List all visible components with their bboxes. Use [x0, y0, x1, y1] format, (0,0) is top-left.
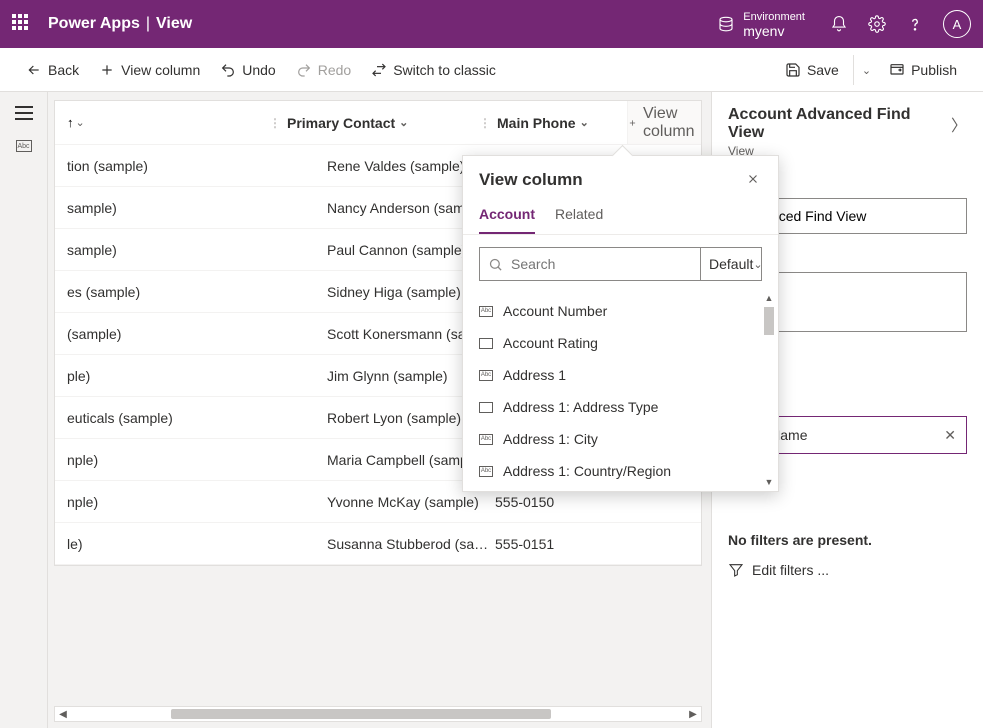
- command-bar: Back View column Undo Redo Switch to cla…: [0, 48, 983, 92]
- publish-button[interactable]: Publish: [879, 56, 967, 84]
- plus-icon: [99, 62, 115, 78]
- switch-to-classic-button[interactable]: Switch to classic: [361, 56, 506, 84]
- environment-label: Environment: [743, 10, 805, 24]
- cell-account-name: le): [55, 536, 269, 552]
- cell-account-name: tion (sample): [55, 158, 269, 174]
- cell-account-name: nple): [55, 452, 269, 468]
- environment-name: myenv: [743, 24, 805, 38]
- column-option-label: Address 1: Country/Region: [503, 463, 671, 479]
- notifications-icon[interactable]: [829, 14, 849, 34]
- flyout-scrollbar[interactable]: ▲ ▼: [762, 293, 776, 491]
- cell-account-name: euticals (sample): [55, 410, 269, 426]
- left-nav-rail: Abc: [0, 92, 48, 728]
- chevron-right-icon[interactable]: 〉: [951, 112, 967, 136]
- cell-main-phone: 555-0150: [495, 494, 643, 510]
- column-option-label: Address 1: [503, 367, 566, 383]
- no-filters-text: No filters are present.: [728, 532, 967, 548]
- save-menu-chevron[interactable]: ⌄: [853, 55, 879, 85]
- field-type-icon: [479, 402, 493, 413]
- filter-icon: [728, 562, 744, 578]
- edit-filters-button[interactable]: Edit filters ...: [728, 562, 967, 578]
- column-option-label: Account Rating: [503, 335, 598, 351]
- close-icon[interactable]: [746, 172, 762, 188]
- redo-button: Redo: [286, 56, 361, 84]
- save-icon: [785, 62, 801, 78]
- switch-icon: [371, 62, 387, 78]
- grid-header-row: ↑⌄ ⋮ Primary Contact ⌄ ⋮ Main Phone ⌄ Vi…: [55, 101, 701, 145]
- column-option-label: Account Number: [503, 303, 607, 319]
- cell-main-phone: 555-0151: [495, 536, 643, 552]
- drag-handle-icon[interactable]: ⋮: [269, 116, 281, 130]
- search-icon: [488, 257, 503, 272]
- user-avatar[interactable]: A: [943, 10, 971, 38]
- waffle-icon[interactable]: [12, 14, 32, 34]
- cell-account-name: es (sample): [55, 284, 269, 300]
- drag-handle-icon[interactable]: ⋮: [479, 116, 491, 130]
- environment-picker[interactable]: Environment myenv: [717, 10, 805, 38]
- help-icon[interactable]: [905, 14, 925, 34]
- cell-account-name: sample): [55, 242, 269, 258]
- field-type-icon: [479, 338, 493, 349]
- plus-icon: [628, 116, 637, 130]
- column-search-input[interactable]: [511, 256, 692, 272]
- add-view-column-button[interactable]: View column: [89, 56, 210, 84]
- column-option[interactable]: Abc Address 1: [479, 359, 778, 391]
- cell-primary-contact: Yvonne McKay (sample): [327, 494, 495, 510]
- publish-icon: [889, 62, 905, 78]
- remove-chip-icon[interactable]: ✕: [944, 427, 956, 444]
- column-main-phone[interactable]: ⋮ Main Phone ⌄: [479, 115, 627, 131]
- column-option-label: Address 1: Address Type: [503, 399, 658, 415]
- undo-button[interactable]: Undo: [210, 56, 285, 84]
- column-option[interactable]: Address 1: Address Type: [479, 391, 778, 423]
- search-scope-dropdown[interactable]: Default⌄: [700, 248, 771, 280]
- arrow-left-icon: [26, 62, 42, 78]
- column-option[interactable]: Abc Account Number: [479, 295, 778, 327]
- column-option[interactable]: Account Rating: [479, 327, 778, 359]
- view-column-flyout: View column Account Related Default⌄ Abc…: [462, 155, 779, 492]
- cell-primary-contact: Susanna Stubberod (samp...: [327, 536, 495, 552]
- scrollbar-thumb[interactable]: [171, 709, 551, 719]
- cell-account-name: ple): [55, 368, 269, 384]
- scroll-right-arrow[interactable]: ▶: [685, 709, 701, 720]
- redo-icon: [296, 62, 312, 78]
- tab-account[interactable]: Account: [479, 198, 535, 234]
- undo-icon: [220, 62, 236, 78]
- field-type-icon: Abc: [479, 370, 493, 381]
- scroll-up-arrow[interactable]: ▲: [762, 293, 776, 307]
- back-button[interactable]: Back: [16, 56, 89, 84]
- column-primary-contact[interactable]: ⋮ Primary Contact ⌄: [269, 115, 479, 131]
- save-button[interactable]: Save: [775, 56, 849, 84]
- tab-related[interactable]: Related: [555, 198, 603, 234]
- app-header: Power Apps|View Environment myenv A: [0, 0, 983, 48]
- cell-account-name: (sample): [55, 326, 269, 342]
- hamburger-icon[interactable]: [15, 106, 33, 120]
- settings-icon[interactable]: [867, 14, 887, 34]
- column-option[interactable]: Abc Address 1: City: [479, 423, 778, 455]
- column-option-label: Address 1: City: [503, 431, 598, 447]
- cell-account-name: sample): [55, 200, 269, 216]
- horizontal-scrollbar[interactable]: ◀ ▶: [54, 706, 702, 722]
- field-type-icon: Abc: [479, 306, 493, 317]
- environment-icon: [717, 15, 735, 33]
- column-option[interactable]: Abc Address 1: Country/Region: [479, 455, 778, 487]
- scrollbar-thumb[interactable]: [764, 307, 774, 335]
- sort-indicator[interactable]: ↑⌄: [55, 115, 105, 130]
- panel-title: Account Advanced Find View: [728, 106, 951, 142]
- cell-account-name: nple): [55, 494, 269, 510]
- field-type-icon: Abc: [479, 466, 493, 477]
- add-column-header[interactable]: View column: [627, 101, 701, 144]
- scroll-down-arrow[interactable]: ▼: [762, 477, 776, 491]
- scroll-left-arrow[interactable]: ◀: [55, 709, 71, 720]
- flyout-title: View column: [479, 170, 583, 190]
- table-row[interactable]: le) Susanna Stubberod (samp...555-0151: [55, 523, 701, 565]
- field-type-icon: Abc: [479, 434, 493, 445]
- app-title: Power Apps|View: [48, 15, 192, 33]
- text-field-icon[interactable]: Abc: [16, 140, 32, 152]
